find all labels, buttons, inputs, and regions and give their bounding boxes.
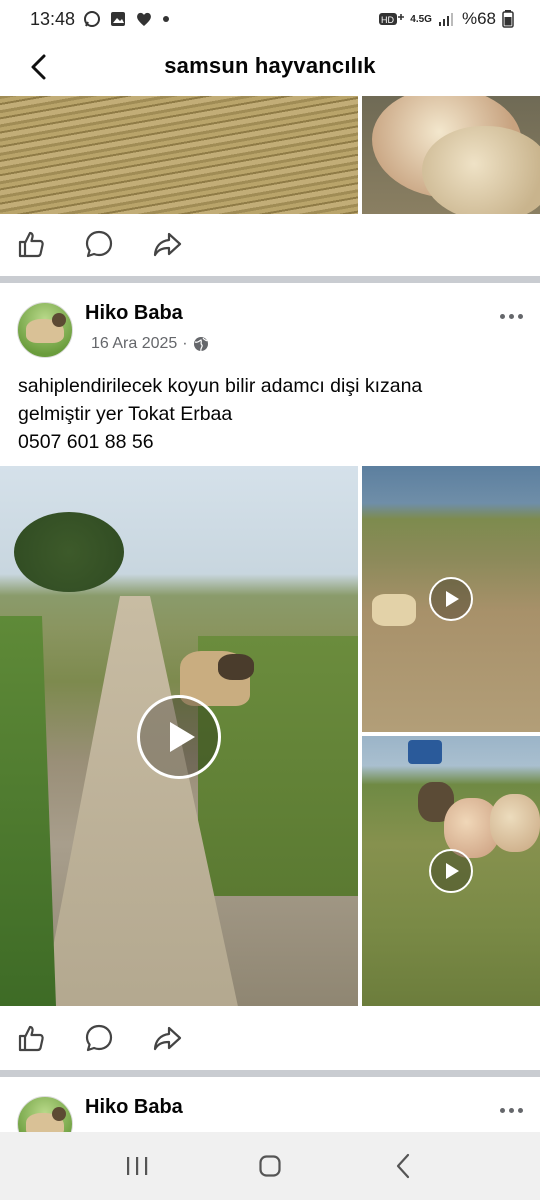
post-text-line[interactable]: 0507 601 88 56 <box>18 428 523 456</box>
video-thumbnail-sheep[interactable] <box>362 736 540 1006</box>
post-header: Hiko Baba 16 Ara 2025 · <box>0 302 540 372</box>
dog-head-shape <box>218 654 254 680</box>
more-options-button[interactable] <box>496 1098 526 1122</box>
more-dot-icon <box>499 1107 505 1113</box>
avatar-dog-head <box>52 1107 66 1121</box>
system-nav-bar <box>0 1132 540 1200</box>
previous-post-actions <box>0 214 540 274</box>
post-author[interactable]: Hiko Baba <box>85 302 183 325</box>
post-divider <box>0 1070 540 1077</box>
post-date[interactable]: 16 Ara 2025 <box>91 335 177 353</box>
previous-post-media <box>0 96 540 214</box>
video-thumbnail-road[interactable] <box>0 466 358 1006</box>
recents-icon <box>126 1157 147 1175</box>
status-bar: 13:48 HD 4.5G %68 <box>0 0 540 38</box>
more-options-button[interactable] <box>496 304 526 328</box>
post-text-line: sahiplendirilecek koyun bilir adamcı diş… <box>18 375 423 397</box>
dog-shape <box>372 594 416 626</box>
meta-separator: · <box>182 335 188 352</box>
dot-icon <box>163 16 170 22</box>
post-meta: 16 Ara 2025 · <box>91 335 209 353</box>
post-photo-sheep[interactable] <box>362 96 540 214</box>
status-time: 13:48 <box>30 8 76 29</box>
home-icon <box>259 1155 281 1177</box>
comment-button[interactable] <box>84 229 114 259</box>
more-dot-icon <box>517 313 523 319</box>
share-icon <box>153 1026 182 1051</box>
app-header: samsun hayvancılık <box>0 38 540 94</box>
play-button[interactable] <box>429 849 473 893</box>
more-dot-icon <box>508 313 514 319</box>
svg-text:HD: HD <box>381 15 394 25</box>
tractor-shape <box>408 740 442 764</box>
chevron-left-icon <box>31 54 46 80</box>
sheep-shape <box>490 794 540 852</box>
post-author[interactable]: Hiko Baba <box>85 1096 183 1119</box>
post-text-line: gelmiştir yer Tokat Erbaa <box>18 403 233 425</box>
whatsapp-icon <box>84 11 101 27</box>
recents-button[interactable] <box>117 1146 157 1186</box>
gallery-icon <box>111 12 126 26</box>
post-text: sahiplendirilecek koyun bilir adamcı diş… <box>18 372 523 456</box>
play-icon <box>446 863 459 879</box>
sheep-shape <box>422 126 540 214</box>
comment-icon <box>85 230 113 258</box>
play-button[interactable] <box>137 695 221 779</box>
post-divider <box>0 276 540 283</box>
play-icon <box>169 722 195 752</box>
like-button[interactable] <box>16 229 46 259</box>
share-button[interactable] <box>152 1023 182 1053</box>
video-thumbnail-field[interactable] <box>362 466 540 732</box>
hd-icon: HD <box>379 13 405 25</box>
post-photo-field[interactable] <box>0 96 358 214</box>
share-icon <box>153 232 182 257</box>
avatar[interactable] <box>17 302 73 358</box>
post-media-grid <box>0 466 540 1006</box>
battery-percent: %68 <box>461 9 496 28</box>
avatar-dog-head <box>52 313 66 327</box>
tree-shape <box>14 512 124 592</box>
heart-icon <box>137 12 151 26</box>
nav-back-button[interactable] <box>383 1146 423 1186</box>
page-title: samsun hayvancılık <box>164 53 376 78</box>
network-type: 4.5G <box>410 13 432 25</box>
signal-icon <box>438 13 453 26</box>
back-icon <box>397 1153 410 1179</box>
battery-icon <box>502 10 514 28</box>
like-button[interactable] <box>16 1023 46 1053</box>
comment-button[interactable] <box>84 1023 114 1053</box>
more-dot-icon <box>499 313 505 319</box>
play-icon <box>446 591 459 607</box>
more-dot-icon <box>517 1107 523 1113</box>
share-button[interactable] <box>152 229 182 259</box>
home-button[interactable] <box>250 1146 290 1186</box>
more-dot-icon <box>508 1107 514 1113</box>
avatar[interactable] <box>17 1096 73 1132</box>
play-button[interactable] <box>429 577 473 621</box>
globe-icon <box>193 337 208 352</box>
like-icon <box>18 231 44 258</box>
back-button[interactable] <box>22 50 56 84</box>
post-actions <box>0 1008 540 1068</box>
like-icon <box>18 1025 44 1052</box>
comment-icon <box>85 1024 113 1052</box>
post-header: Hiko Baba <box>0 1096 540 1132</box>
